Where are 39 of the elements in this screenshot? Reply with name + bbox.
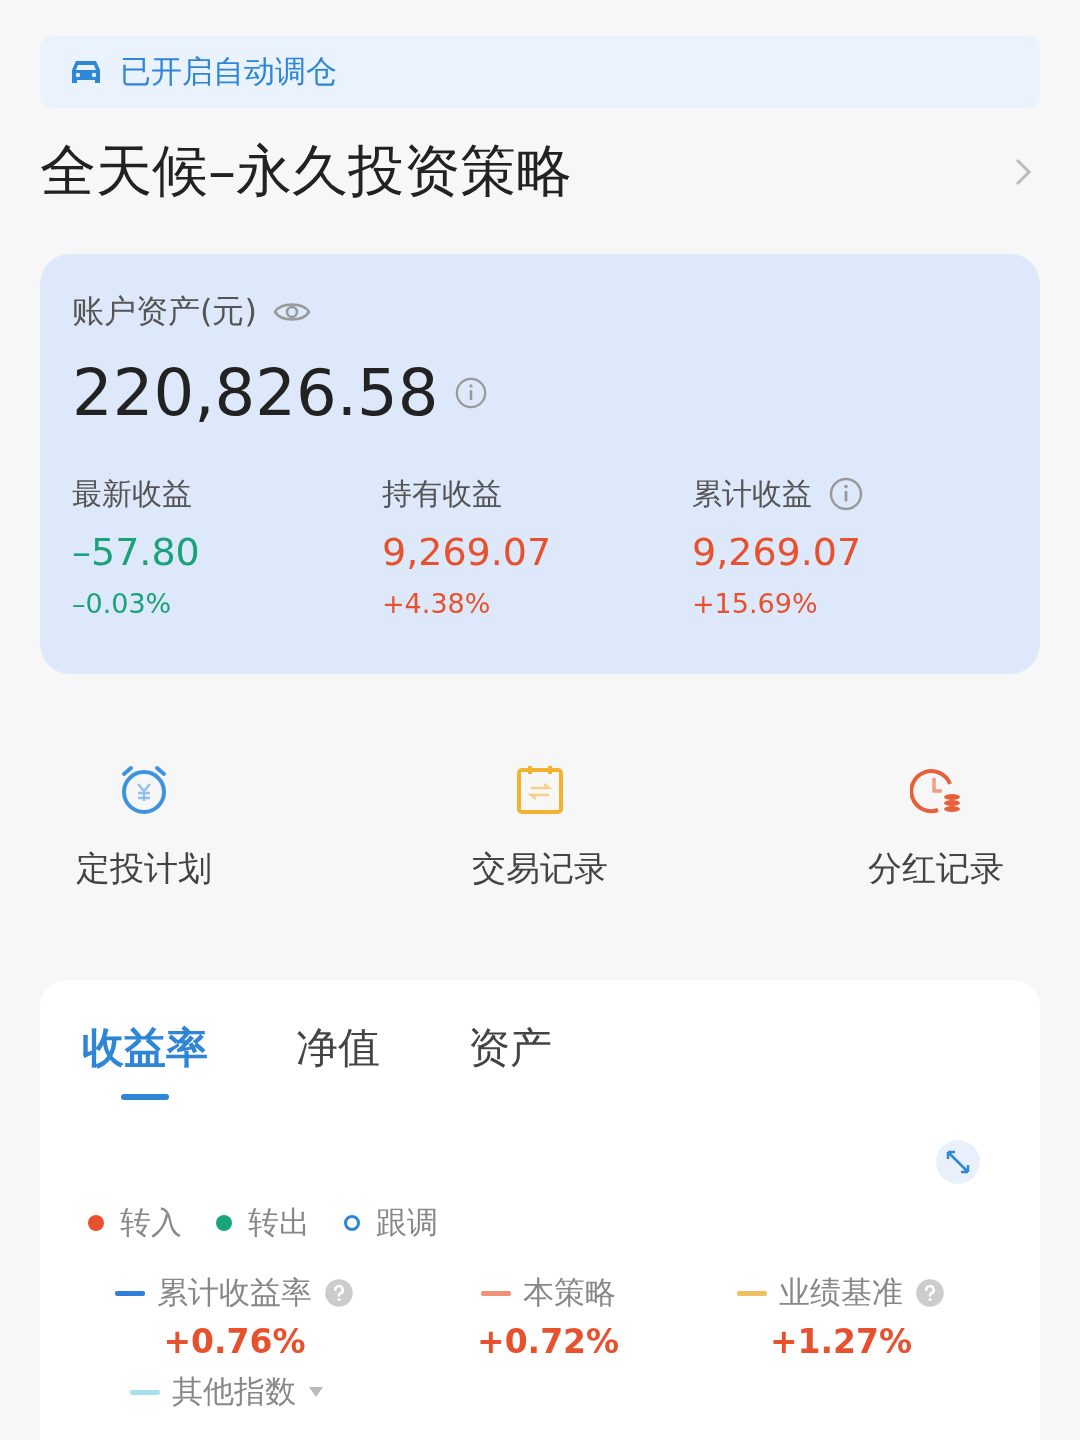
caret-down-icon[interactable]: [308, 1386, 324, 1398]
account-label: 账户资产(元): [72, 291, 257, 332]
metric-label: 持有收益: [382, 474, 502, 513]
action-button[interactable]: 分红记录: [868, 764, 1004, 892]
series-value: +0.76%: [163, 1322, 306, 1361]
action-button[interactable]: 定投计划: [76, 764, 212, 892]
action-button[interactable]: 交易记录: [472, 764, 608, 892]
expand-button[interactable]: [936, 1140, 980, 1184]
help-icon[interactable]: [324, 1278, 354, 1308]
help-icon[interactable]: [915, 1278, 945, 1308]
expand-icon: [945, 1149, 971, 1175]
chevron-right-icon[interactable]: [1014, 157, 1032, 187]
metric-percent: –0.03%: [72, 588, 173, 619]
series-label: 业绩基准: [779, 1273, 903, 1312]
index-dropdown[interactable]: 其他指数: [172, 1371, 296, 1413]
metric-label: 累计收益: [692, 474, 812, 513]
metric-percent: +4.38%: [382, 588, 492, 619]
metric-value: 9,269.07: [692, 530, 863, 574]
series-value: +0.72%: [477, 1322, 620, 1361]
series-label: 本策略: [522, 1273, 616, 1312]
metric-value: 9,269.07: [382, 530, 553, 574]
metric-percent: +15.69%: [692, 588, 819, 619]
car-icon: [70, 58, 102, 86]
series-value: +1.27%: [769, 1322, 913, 1361]
marker-label: 转出: [248, 1203, 310, 1242]
info-icon[interactable]: [454, 376, 489, 410]
marker-label: 跟调: [376, 1203, 438, 1242]
metric-value: –57.80: [72, 530, 201, 574]
metric-label: 最新收益: [72, 474, 192, 513]
calendar-icon: [516, 764, 564, 816]
total-assets: 220,826.58: [72, 356, 439, 430]
banner-text: 已开启自动调仓: [120, 52, 337, 91]
strategy-title: 全天候–永久投资策略: [40, 137, 572, 205]
info-icon[interactable]: [828, 476, 864, 512]
tab[interactable]: 资产: [468, 1020, 552, 1100]
tab[interactable]: 收益率: [82, 1020, 208, 1100]
series-label: 累计收益率: [157, 1273, 312, 1312]
tab[interactable]: 净值: [296, 1020, 380, 1100]
marker-label: 转入: [120, 1203, 182, 1242]
